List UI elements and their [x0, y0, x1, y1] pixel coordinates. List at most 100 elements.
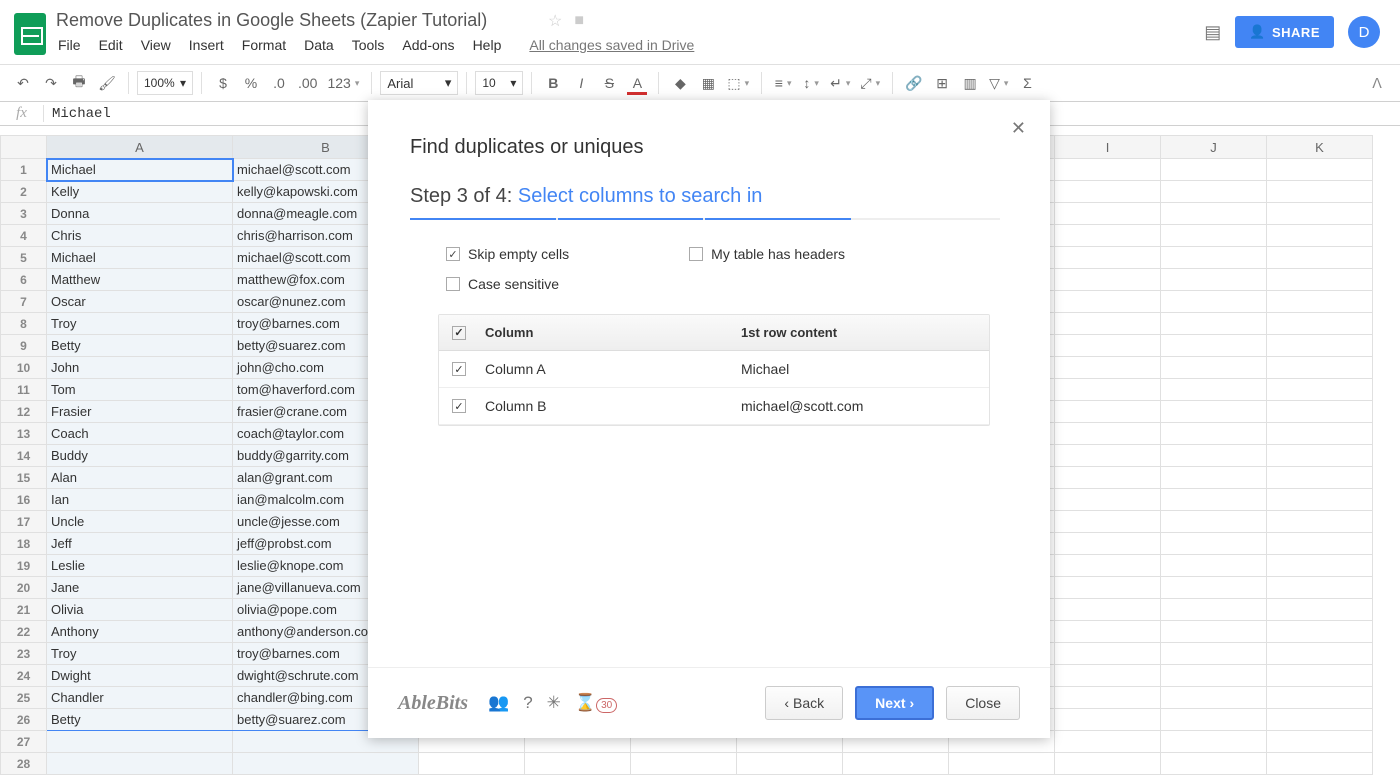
- zoom-select[interactable]: 100%▾: [137, 71, 193, 95]
- cell[interactable]: [1267, 225, 1373, 247]
- cell[interactable]: [1267, 577, 1373, 599]
- cell[interactable]: [1161, 181, 1267, 203]
- cell[interactable]: [1055, 335, 1161, 357]
- star-icon[interactable]: ☆: [548, 11, 562, 31]
- cell[interactable]: [1267, 379, 1373, 401]
- cell[interactable]: Michael: [47, 159, 233, 181]
- skip-empty-checkbox[interactable]: ✓Skip empty cells: [446, 246, 569, 262]
- bold-icon[interactable]: B: [540, 69, 566, 97]
- cell[interactable]: [1161, 489, 1267, 511]
- menu-edit[interactable]: Edit: [99, 37, 123, 53]
- row-header[interactable]: 16: [1, 489, 47, 511]
- column-row[interactable]: ✓Column AMichael: [439, 351, 989, 388]
- cell[interactable]: [1267, 445, 1373, 467]
- cell[interactable]: Buddy: [47, 445, 233, 467]
- cell[interactable]: Betty: [47, 335, 233, 357]
- cell[interactable]: [1267, 335, 1373, 357]
- account-avatar[interactable]: D: [1348, 16, 1380, 48]
- row-header[interactable]: 18: [1, 533, 47, 555]
- link-icon[interactable]: 🔗: [901, 69, 927, 97]
- print-icon[interactable]: 🖶: [66, 69, 92, 97]
- cell[interactable]: [1055, 313, 1161, 335]
- cell[interactable]: [1267, 555, 1373, 577]
- cell[interactable]: [1055, 423, 1161, 445]
- cell[interactable]: Dwight: [47, 665, 233, 687]
- decimal-decrease-icon[interactable]: .0: [266, 69, 292, 97]
- back-button[interactable]: ‹Back: [765, 686, 843, 720]
- cell[interactable]: [737, 753, 843, 775]
- cell[interactable]: [1161, 709, 1267, 731]
- cell[interactable]: [47, 731, 233, 753]
- row-header[interactable]: 24: [1, 665, 47, 687]
- cell[interactable]: [1161, 467, 1267, 489]
- help-icon[interactable]: ?: [523, 693, 532, 713]
- cell[interactable]: Chris: [47, 225, 233, 247]
- row-header[interactable]: 15: [1, 467, 47, 489]
- cell[interactable]: [1161, 203, 1267, 225]
- borders-icon[interactable]: ▦: [695, 69, 721, 97]
- cell[interactable]: [1055, 511, 1161, 533]
- cell[interactable]: [1055, 247, 1161, 269]
- cell[interactable]: [1161, 225, 1267, 247]
- cell[interactable]: [1267, 181, 1373, 203]
- cell[interactable]: [419, 753, 525, 775]
- menu-format[interactable]: Format: [242, 37, 286, 53]
- col-header-I[interactable]: I: [1055, 136, 1161, 159]
- cell[interactable]: [1267, 203, 1373, 225]
- cell[interactable]: Oscar: [47, 291, 233, 313]
- cell[interactable]: [1055, 379, 1161, 401]
- row-header[interactable]: 20: [1, 577, 47, 599]
- select-all-corner[interactable]: [1, 136, 47, 159]
- cell[interactable]: [1267, 159, 1373, 181]
- cell[interactable]: Olivia: [47, 599, 233, 621]
- doc-title-input[interactable]: [56, 10, 536, 31]
- cell[interactable]: [1267, 643, 1373, 665]
- rotate-icon[interactable]: ⤢: [856, 69, 884, 97]
- cell[interactable]: [1267, 599, 1373, 621]
- cell[interactable]: [1055, 731, 1161, 753]
- cell[interactable]: [1267, 357, 1373, 379]
- italic-icon[interactable]: I: [568, 69, 594, 97]
- row-checkbox[interactable]: ✓: [452, 399, 466, 413]
- cell[interactable]: [1267, 489, 1373, 511]
- cell[interactable]: [1161, 555, 1267, 577]
- row-header[interactable]: 13: [1, 423, 47, 445]
- cell[interactable]: [1161, 247, 1267, 269]
- cell[interactable]: [1267, 665, 1373, 687]
- cell[interactable]: [1161, 291, 1267, 313]
- cell[interactable]: [1055, 445, 1161, 467]
- cell[interactable]: [1267, 731, 1373, 753]
- merge-cells-icon[interactable]: ⬚: [723, 69, 753, 97]
- cell[interactable]: [1055, 665, 1161, 687]
- cell[interactable]: [1161, 445, 1267, 467]
- cell[interactable]: [1055, 159, 1161, 181]
- cell[interactable]: [1055, 401, 1161, 423]
- cell[interactable]: [1055, 467, 1161, 489]
- cell[interactable]: [843, 753, 949, 775]
- next-button[interactable]: Next›: [855, 686, 934, 720]
- cell[interactable]: [1161, 665, 1267, 687]
- row-header[interactable]: 22: [1, 621, 47, 643]
- cell[interactable]: Tom: [47, 379, 233, 401]
- cell[interactable]: [1267, 423, 1373, 445]
- cell[interactable]: [1161, 335, 1267, 357]
- bug-icon[interactable]: ✳: [547, 693, 561, 713]
- row-header[interactable]: 17: [1, 511, 47, 533]
- row-header[interactable]: 9: [1, 335, 47, 357]
- col-header-J[interactable]: J: [1161, 136, 1267, 159]
- sheets-logo[interactable]: [10, 8, 50, 60]
- cell[interactable]: [525, 753, 631, 775]
- cell[interactable]: Jeff: [47, 533, 233, 555]
- row-header[interactable]: 4: [1, 225, 47, 247]
- cell[interactable]: [1161, 621, 1267, 643]
- strike-icon[interactable]: S: [596, 69, 622, 97]
- dialog-close-icon[interactable]: ✕: [1011, 118, 1026, 139]
- menu-tools[interactable]: Tools: [352, 37, 385, 53]
- chart-icon[interactable]: ▥: [957, 69, 983, 97]
- paint-format-icon[interactable]: 🖌: [94, 69, 120, 97]
- cell[interactable]: Matthew: [47, 269, 233, 291]
- cell[interactable]: Michael: [47, 247, 233, 269]
- cell[interactable]: [1161, 753, 1267, 775]
- cell[interactable]: [1161, 533, 1267, 555]
- cell[interactable]: [1161, 379, 1267, 401]
